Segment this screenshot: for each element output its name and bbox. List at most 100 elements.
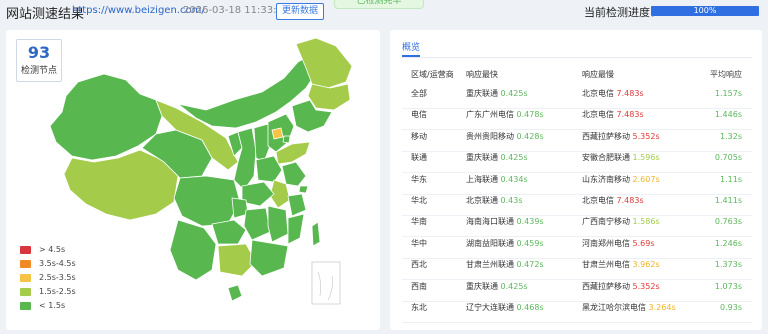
slowest-node: 安徽合肥联通 xyxy=(582,153,630,163)
status-badge: 已检测完毕 xyxy=(334,0,424,9)
legend-swatch xyxy=(20,260,31,268)
cell-region: 华中 xyxy=(411,238,427,248)
cell-average: 0.763s xyxy=(714,217,742,227)
map-legend: > 4.5s 3.5s-4.5s 2.5s-3.5s 1.5s-2.5s < 1.5s xyxy=(20,244,90,314)
map-region-tianjin xyxy=(282,135,291,144)
cell-region: 西南 xyxy=(411,281,427,291)
legend-label: 3.5s-4.5s xyxy=(39,259,76,268)
slowest-time: 3.962s xyxy=(630,260,660,270)
top-bar: 网站测速结果 https://www.beizigen.com/ 2026-03… xyxy=(0,0,768,24)
legend-item: 2.5s-3.5s xyxy=(20,272,90,286)
fastest-node: 贵州贵阳移动 xyxy=(466,131,514,141)
cell-region: 华南 xyxy=(411,217,427,227)
cell-slowest: 北京电信 7.483s xyxy=(582,87,644,101)
progress-label: 当前检测进度： xyxy=(584,6,661,19)
progress-bar: 100% xyxy=(651,6,759,16)
cell-region: 联通 xyxy=(411,153,427,163)
map-region-yunnan xyxy=(169,219,217,281)
slowest-node: 北京电信 xyxy=(582,89,614,98)
map-region-zhejiang xyxy=(287,193,307,217)
cell-average: 1.073s xyxy=(714,281,742,291)
cell-region: 电信 xyxy=(411,110,427,120)
node-count-box: 93 检测节点 xyxy=(16,39,62,82)
cell-fastest: 贵州贵阳移动 0.428s xyxy=(466,130,544,144)
slowest-time: 5.352s xyxy=(630,281,660,291)
south-china-sea-inset xyxy=(311,261,341,305)
cell-average: 0.705s xyxy=(714,153,742,163)
table-row: 华东 上海联通 0.434s 山东济南移动 2.607s 1.11s xyxy=(402,173,752,195)
table-row: 华北 北京联通 0.43s 北京电信 7.483s 1.411s xyxy=(402,194,752,216)
cell-fastest: 甘肃兰州联通 0.472s xyxy=(466,258,544,272)
slowest-node: 山东济南移动 xyxy=(582,174,630,184)
fastest-time: 0.472s xyxy=(514,260,544,270)
cell-fastest: 重庆联通 0.425s xyxy=(466,280,528,294)
fastest-node: 重庆联通 xyxy=(466,89,498,98)
fastest-node: 辽宁大连联通 xyxy=(466,303,514,312)
cell-region: 西北 xyxy=(411,260,427,270)
slowest-node: 甘肃兰州电信 xyxy=(582,260,630,270)
fastest-node: 湖南益阳联通 xyxy=(466,238,514,248)
legend-label: 2.5s-3.5s xyxy=(39,273,76,282)
table-row: 全部 重庆联通 0.425s 北京电信 7.483s 1.157s xyxy=(402,87,752,109)
map-region-hunan xyxy=(243,207,271,241)
cell-fastest: 湖南益阳联通 0.459s xyxy=(466,237,544,251)
fastest-time: 0.439s xyxy=(514,217,544,227)
map-region-jiangsu xyxy=(281,161,307,187)
map-region-guangdong xyxy=(249,239,289,277)
table-row: 移动 贵州贵阳移动 0.428s 西藏拉萨移动 5.352s 1.32s xyxy=(402,130,752,152)
legend-swatch xyxy=(20,274,31,282)
map-region-fujian xyxy=(287,213,305,245)
slowest-time: 7.483s xyxy=(614,89,644,98)
map-region-shanghai xyxy=(298,185,309,194)
fastest-node: 甘肃兰州联通 xyxy=(466,260,514,270)
legend-swatch xyxy=(20,246,31,254)
map-region-taiwan xyxy=(311,221,321,247)
table-row: 电信 广东广州电信 0.478s 北京电信 7.483s 1.446s xyxy=(402,108,752,131)
cell-region: 东北 xyxy=(411,303,427,312)
node-count-value: 93 xyxy=(27,43,51,62)
legend-label: 1.5s-2.5s xyxy=(39,287,76,296)
fastest-time: 0.434s xyxy=(498,174,528,184)
table-row: 联通 重庆联通 0.425s 安徽合肥联通 1.596s 0.705s xyxy=(402,151,752,174)
slowest-time: 5.69s xyxy=(630,238,655,248)
cell-fastest: 海南海口联通 0.439s xyxy=(466,215,544,229)
node-count-label: 检测节点 xyxy=(20,66,57,76)
cell-fastest: 北京联通 0.43s xyxy=(466,194,523,208)
table-row: 华中 湖南益阳联通 0.459s 河南郑州电信 5.69s 1.246s xyxy=(402,237,752,259)
slowest-time: 2.607s xyxy=(630,174,660,184)
cell-slowest: 北京电信 7.483s xyxy=(582,108,644,122)
legend-item: 1.5s-2.5s xyxy=(20,286,90,300)
legend-item: < 1.5s xyxy=(20,300,90,314)
map-region-jiangxi xyxy=(267,205,289,243)
cell-slowest: 北京电信 7.483s xyxy=(582,194,644,208)
cell-region: 全部 xyxy=(411,89,427,98)
cell-fastest: 重庆联通 0.425s xyxy=(466,151,528,165)
cell-slowest: 甘肃兰州电信 3.962s xyxy=(582,258,660,272)
slowest-time: 7.483s xyxy=(614,196,644,205)
cell-average: 1.246s xyxy=(714,238,742,248)
fastest-node: 海南海口联通 xyxy=(466,217,514,227)
fastest-node: 重庆联通 xyxy=(466,281,498,291)
fastest-time: 0.43s xyxy=(498,196,523,205)
fastest-node: 上海联通 xyxy=(466,174,498,184)
column-header-slowest: 响应最慢 xyxy=(582,70,614,79)
fastest-time: 0.425s xyxy=(498,281,528,291)
tab-overview[interactable]: 概览 xyxy=(402,40,420,56)
cell-average: 1.157s xyxy=(714,89,742,98)
refresh-button[interactable]: 更新数据 xyxy=(276,3,325,20)
legend-label: > 4.5s xyxy=(39,245,66,254)
legend-swatch xyxy=(20,302,31,310)
legend-swatch xyxy=(20,288,31,296)
fastest-node: 重庆联通 xyxy=(466,153,498,163)
map-region-hainan xyxy=(227,284,243,302)
column-header-region: 区域/运营商 xyxy=(411,70,454,79)
fastest-time: 0.478s xyxy=(514,110,544,120)
table-row: 东北 辽宁大连联通 0.468s 黑龙江哈尔滨电信 3.264s 0.93s xyxy=(402,301,752,323)
tab-divider xyxy=(402,57,752,58)
results-panel: 概览 区域/运营商 响应最快 响应最慢 平均响应 全部 重庆联通 0.425s 北京… xyxy=(390,30,762,330)
slowest-time: 1.596s xyxy=(630,153,660,163)
slowest-node: 广西南宁移动 xyxy=(582,217,630,227)
slowest-time: 5.352s xyxy=(630,131,660,141)
slowest-node: 西藏拉萨移动 xyxy=(582,131,630,141)
cell-slowest: 安徽合肥联通 1.596s xyxy=(582,151,660,165)
